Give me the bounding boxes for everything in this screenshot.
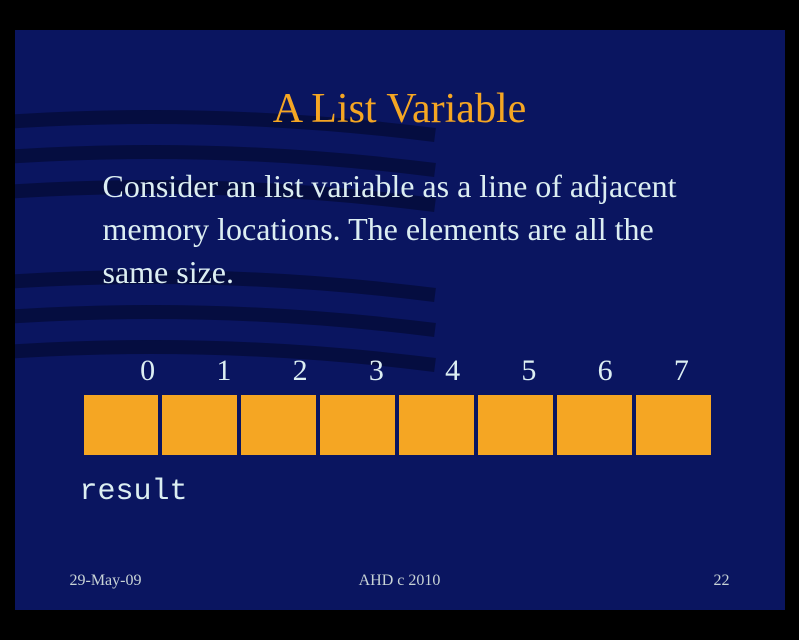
array-index: 7	[643, 354, 719, 388]
array-index: 4	[415, 354, 491, 388]
array-indices-row: 0 1 2 3 4 5 6 7	[110, 354, 720, 388]
variable-name-label: result	[80, 475, 188, 509]
array-cell	[160, 395, 239, 455]
slide-body-text: Consider an list variable as a line of a…	[103, 165, 715, 295]
slide-title: A List Variable	[15, 85, 785, 133]
array-index: 0	[110, 354, 186, 388]
array-cell	[634, 395, 715, 455]
array-cell	[476, 395, 555, 455]
footer-copyright: AHD c 2010	[359, 572, 441, 590]
array-index: 2	[262, 354, 338, 388]
footer-date: 29-May-09	[70, 572, 142, 590]
array-cell	[397, 395, 476, 455]
array-index: 6	[567, 354, 643, 388]
slide-footer: 29-May-09 AHD c 2010 22	[15, 572, 785, 590]
array-cell	[239, 395, 318, 455]
footer-page-number: 22	[714, 572, 730, 590]
slide: A List Variable Consider an list variabl…	[15, 30, 785, 610]
array-index: 5	[491, 354, 567, 388]
array-cell	[318, 395, 397, 455]
array-cell	[555, 395, 634, 455]
array-diagram	[80, 395, 715, 455]
array-index: 1	[186, 354, 262, 388]
array-index: 3	[338, 354, 414, 388]
array-cell	[80, 395, 161, 455]
